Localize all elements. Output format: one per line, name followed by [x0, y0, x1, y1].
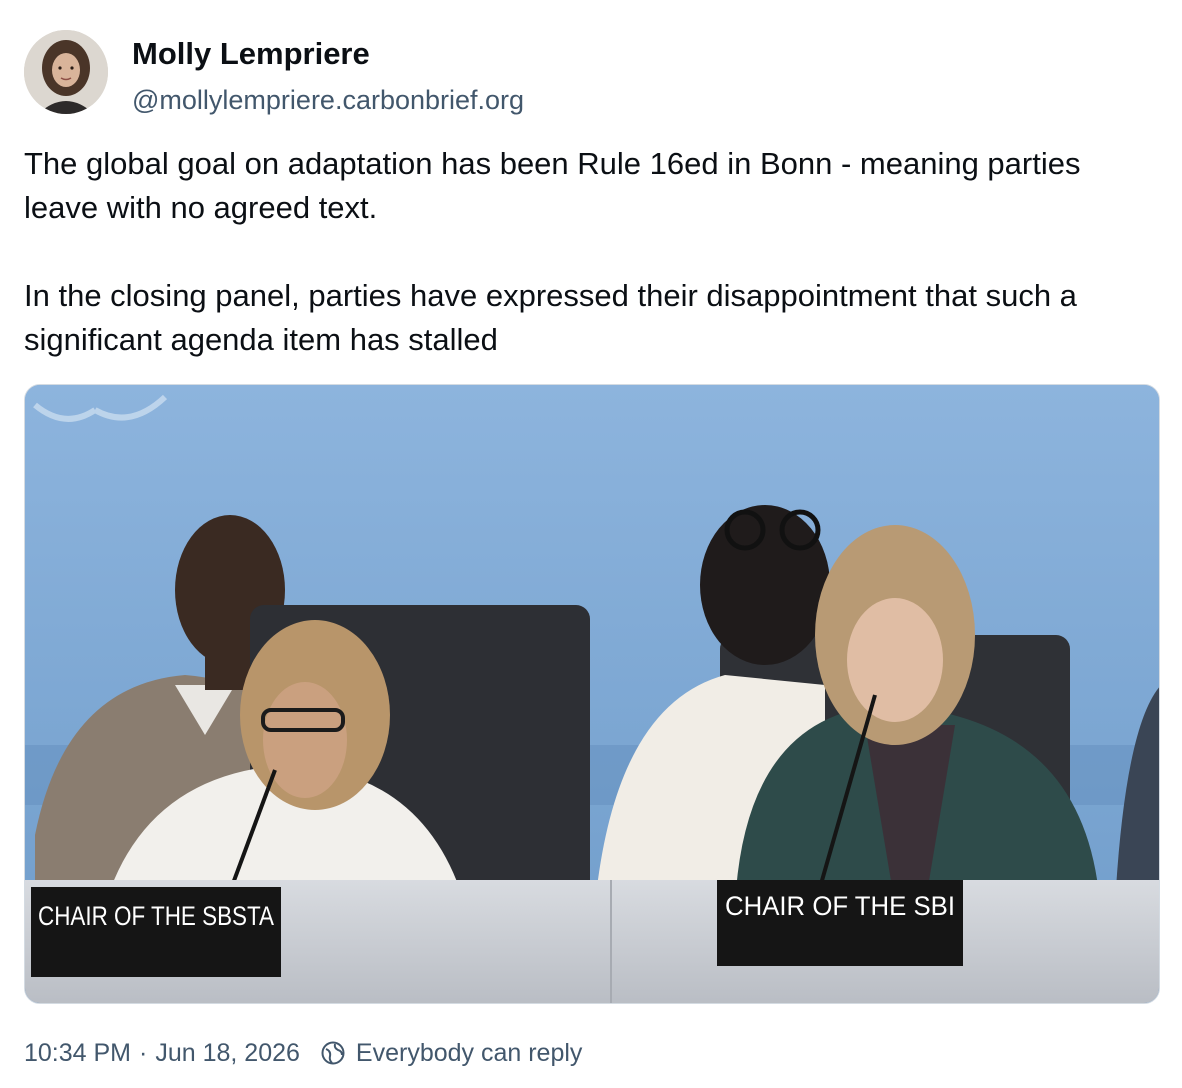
display-name[interactable]: Molly Lempriere [132, 34, 524, 74]
post-image[interactable]: CHAIR OF THE SBSTA CHAIR OF THE SBI [24, 384, 1160, 1004]
post-paragraph: The global goal on adaptation has been R… [24, 146, 1081, 225]
post-paragraph: In the closing panel, parties have expre… [24, 278, 1077, 357]
placard-left-text: CHAIR OF THE SBSTA [38, 901, 274, 931]
reply-setting-label: Everybody can reply [355, 1039, 583, 1067]
post-text: The global goal on adaptation has been R… [24, 142, 1144, 362]
post-meta: 10:34 PM · Jun 18, 2026 Everybody can re… [24, 1036, 582, 1070]
author-names: Molly Lempriere @mollylempriere.carbonbr… [132, 34, 524, 118]
post-header: Molly Lempriere @mollylempriere.carbonbr… [24, 30, 524, 118]
avatar-image [24, 30, 108, 114]
author-handle[interactable]: @mollylempriere.carbonbrief.org [132, 82, 524, 118]
meta-separator: · [139, 1039, 148, 1067]
post-date[interactable]: Jun 18, 2026 [155, 1036, 300, 1070]
globe-icon [321, 1041, 345, 1065]
avatar[interactable] [24, 30, 108, 114]
placard-right-text: CHAIR OF THE SBI [725, 891, 955, 921]
placard-left: CHAIR OF THE SBSTA [31, 887, 281, 977]
post-time[interactable]: 10:34 PM [24, 1036, 131, 1070]
placard-right: CHAIR OF THE SBI [717, 880, 963, 966]
post: Molly Lempriere @mollylempriere.carbonbr… [0, 0, 1182, 1088]
reply-setting: Everybody can reply [320, 1036, 583, 1070]
conference-photo: CHAIR OF THE SBSTA CHAIR OF THE SBI [25, 385, 1159, 1003]
